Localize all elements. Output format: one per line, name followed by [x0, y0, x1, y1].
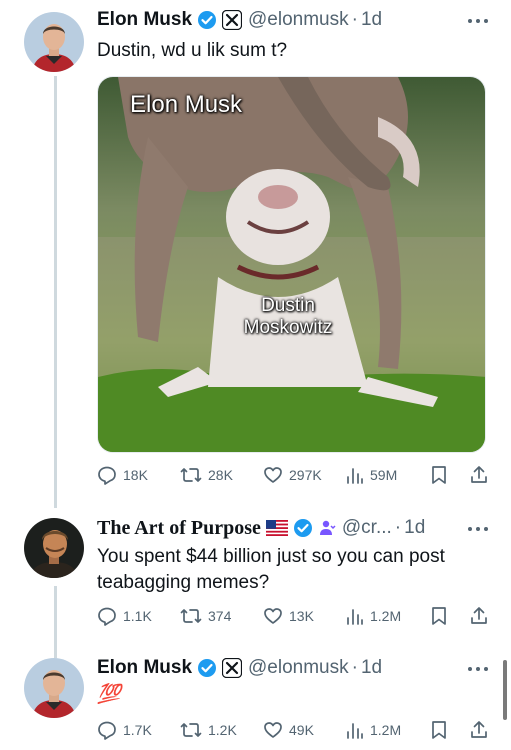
x-logo-icon: [222, 658, 243, 678]
more-icon[interactable]: [467, 15, 489, 25]
like-count: 49K: [289, 722, 314, 738]
reply-button[interactable]: 18K: [97, 463, 148, 487]
avatar[interactable]: [24, 518, 84, 578]
thread-line: [54, 586, 57, 658]
more-icon[interactable]: [467, 523, 489, 533]
views-icon: [347, 723, 363, 739]
repost-count: 1.2K: [208, 722, 237, 738]
tweet-text: You spent $44 billion just so you can po…: [97, 546, 445, 593]
like-icon: [264, 608, 282, 624]
scrollbar[interactable]: [503, 660, 507, 720]
affiliate-icon: [318, 519, 336, 537]
tweet-header: The Art of Purpose @cr... · 1d: [97, 516, 451, 540]
author-handle[interactable]: @elonmusk: [248, 657, 349, 679]
bookmark-icon[interactable]: [430, 463, 448, 487]
reply-count: 1.1K: [123, 608, 152, 624]
tweet-text: 💯: [97, 684, 121, 705]
timestamp[interactable]: 1d: [404, 517, 425, 539]
avatar[interactable]: [24, 658, 84, 718]
views-icon: [347, 468, 363, 484]
timestamp[interactable]: 1d: [361, 657, 382, 679]
reply-icon: [98, 607, 116, 626]
like-button[interactable]: 13K: [263, 604, 314, 628]
meme-caption-top: Elon Musk: [130, 91, 243, 118]
views-icon: [347, 609, 363, 625]
share-icon[interactable]: [469, 463, 489, 487]
avatar[interactable]: [24, 12, 84, 72]
verified-badge-icon: [293, 518, 313, 538]
thread-line: [54, 76, 57, 508]
reply-button[interactable]: 1.7K: [97, 718, 152, 742]
author-name[interactable]: Elon Musk: [97, 657, 192, 679]
separator-dot: ·: [394, 517, 402, 538]
tweet-header: Elon Musk @elonmusk · 1d: [97, 8, 451, 32]
repost-count: 374: [208, 608, 232, 624]
tweet-actions: 18K 28K 297K 59M: [97, 463, 492, 487]
share-icon[interactable]: [469, 604, 489, 628]
us-flag-icon: [265, 520, 288, 536]
views-button[interactable]: 1.2M: [346, 604, 401, 628]
repost-button[interactable]: 28K: [180, 463, 233, 487]
bookmark-icon[interactable]: [430, 718, 448, 742]
like-icon: [264, 722, 282, 738]
like-button[interactable]: 49K: [263, 718, 314, 742]
verified-badge-icon: [197, 658, 217, 678]
like-button[interactable]: 297K: [263, 463, 322, 487]
views-button[interactable]: 1.2M: [346, 718, 401, 742]
timestamp[interactable]: 1d: [361, 9, 382, 31]
meme-caption-middle: Dustin Moskowitz: [243, 295, 333, 338]
repost-icon: [180, 468, 202, 482]
author-name[interactable]: Elon Musk: [97, 9, 192, 31]
repost-count: 28K: [208, 467, 233, 483]
like-count: 297K: [289, 467, 322, 483]
repost-button[interactable]: 374: [180, 604, 231, 628]
repost-button[interactable]: 1.2K: [180, 718, 237, 742]
repost-icon: [180, 609, 202, 623]
tweet-actions: 1.7K 1.2K 49K 1.2M: [97, 718, 492, 742]
tweet-header: Elon Musk @elonmusk · 1d: [97, 656, 451, 680]
views-count: 1.2M: [370, 722, 402, 738]
share-icon[interactable]: [469, 718, 489, 742]
author-handle[interactable]: @cr...: [342, 517, 392, 539]
views-count: 59M: [370, 467, 398, 483]
reply-count: 1.7K: [123, 722, 152, 738]
repost-icon: [180, 723, 202, 737]
separator-dot: ·: [351, 9, 358, 30]
reply-button[interactable]: 1.1K: [97, 604, 152, 628]
tweet-text: Dustin, wd u lik sum t?: [97, 40, 288, 61]
verified-badge-icon: [197, 10, 217, 30]
views-count: 1.2M: [370, 608, 402, 624]
like-icon: [264, 467, 282, 483]
reply-icon: [98, 721, 116, 740]
author-name[interactable]: The Art of Purpose: [97, 517, 261, 540]
reply-icon: [98, 466, 116, 485]
tweet-image[interactable]: Elon Musk Dustin Moskowitz: [97, 76, 486, 453]
like-count: 13K: [289, 608, 314, 624]
separator-dot: ·: [351, 657, 358, 678]
author-handle[interactable]: @elonmusk: [248, 9, 349, 31]
more-icon[interactable]: [467, 663, 489, 673]
views-button[interactable]: 59M: [346, 463, 397, 487]
bookmark-icon[interactable]: [430, 604, 448, 628]
reply-count: 18K: [123, 467, 148, 483]
tweet-actions: 1.1K 374 13K 1.2M: [97, 604, 492, 628]
x-logo-icon: [222, 10, 243, 30]
